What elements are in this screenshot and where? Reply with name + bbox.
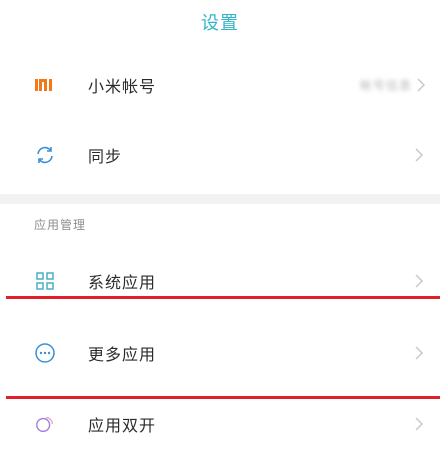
highlight-line [6,296,440,299]
list-item-more-apps[interactable]: 更多应用 [0,318,440,388]
more-dots-icon [34,342,56,364]
chevron-right-icon [417,78,426,92]
chevron-right-icon [415,417,424,431]
dual-apps-label: 应用双开 [88,416,157,435]
chevron-right-icon [415,274,424,288]
grid-icon [34,270,56,292]
chevron-right-icon [415,346,424,360]
mi-account-label: 小米帐号 [88,77,157,96]
list-item-dual-apps[interactable]: 应用双开 [0,389,440,459]
list-item-sync[interactable]: 同步 [0,120,440,190]
page-title: 设置 [201,13,239,34]
list-item-system-apps[interactable]: 系统应用 [0,246,440,316]
section-separator [0,194,440,204]
system-apps-label: 系统应用 [88,273,157,292]
chevron-right-icon [415,148,424,162]
mi-logo-icon [34,74,56,96]
sync-icon [34,144,56,166]
dual-apps-icon [34,413,56,435]
more-apps-label: 更多应用 [88,345,157,364]
sync-label: 同步 [88,147,123,166]
list-item-mi-account[interactable]: 小米帐号 帐号信息 [0,50,440,120]
top-bar: 设置 [0,0,440,44]
mi-account-value: 帐号信息 [359,78,412,93]
section-header-app-management: 应用管理 [34,218,87,232]
